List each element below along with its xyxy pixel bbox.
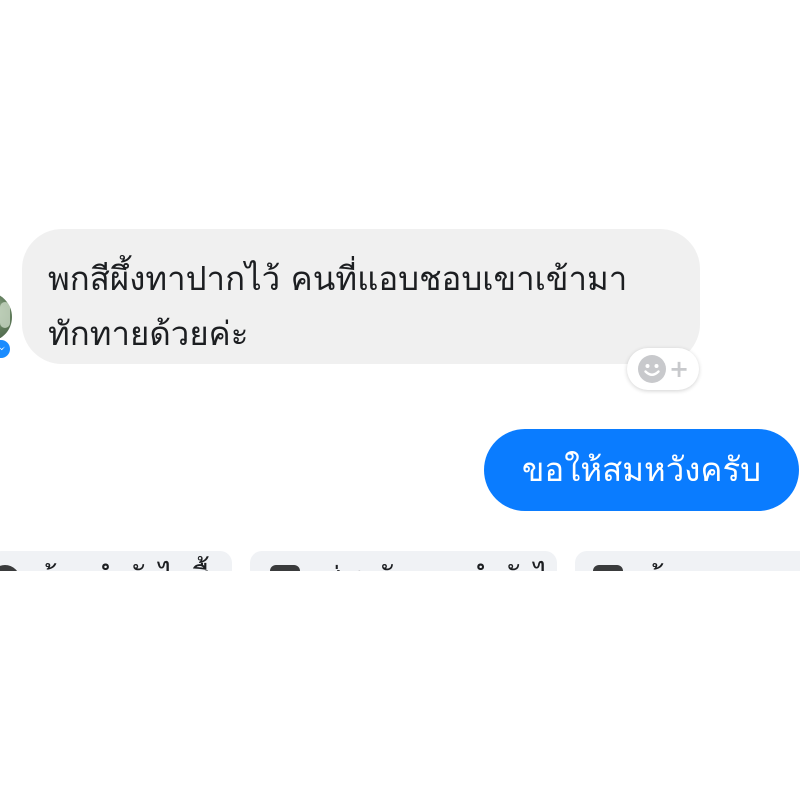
add-reaction-button[interactable]: + [627, 348, 699, 390]
quick-reply-label-2: ส่งหลักฐานทำยังไงซื้อ [322, 557, 557, 571]
chat-screen: พกสีผึ้งทาปากไว้ คนที่แอบชอบเขาเข้ามา ทั… [0, 0, 800, 800]
messenger-badge-icon [0, 338, 12, 360]
outgoing-message-text: ขอให้สมหวังครับ [521, 450, 762, 489]
incoming-message-line-2: ทักทายด้วยค่ะ [48, 314, 249, 353]
quick-reply-label-1: ต้องทำยังไงซื้อ [38, 557, 227, 571]
avatar-photo-detail [0, 302, 10, 328]
chat-icon [593, 565, 623, 571]
quick-reply-chip-3[interactable]: ต้องการ [575, 551, 800, 571]
outgoing-message-bubble[interactable]: ขอให้สมหวังครับ [484, 429, 799, 511]
add-reaction-plus: + [668, 355, 690, 383]
quick-reply-chip-1[interactable]: ต้องทำยังไงซื้อ [0, 551, 232, 571]
quick-reply-label-3: ต้องการ [645, 557, 748, 571]
reply-icon [0, 565, 20, 571]
chat-icon [270, 565, 300, 571]
contact-avatar[interactable] [0, 292, 12, 342]
incoming-message-line-1: พกสีผึ้งทาปากไว้ คนที่แอบชอบเขาเข้ามา [48, 259, 628, 298]
smiley-add-icon [637, 355, 666, 383]
quick-reply-chip-2[interactable]: ส่งหลักฐานทำยังไงซื้อ [250, 551, 557, 571]
incoming-message-bubble[interactable]: พกสีผึ้งทาปากไว้ คนที่แอบชอบเขาเข้ามา ทั… [22, 229, 700, 364]
quick-replies-bar: ต้องทำยังไงซื้อ ส่งหลักฐานทำยังไงซื้อ ต้… [0, 551, 800, 571]
